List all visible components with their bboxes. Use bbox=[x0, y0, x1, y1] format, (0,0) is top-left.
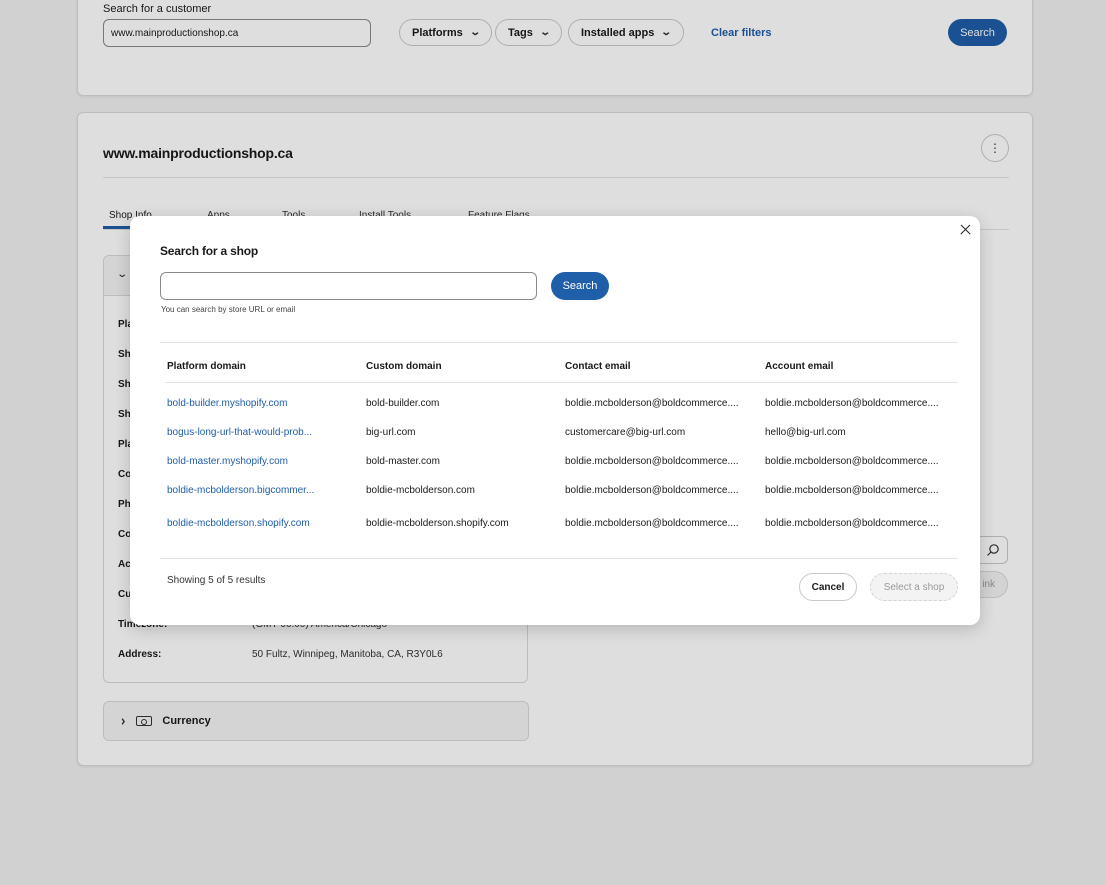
header-divider bbox=[165, 382, 958, 383]
platform-domain-link[interactable]: bold-master.myshopify.com bbox=[167, 456, 357, 467]
cancel-button[interactable]: Cancel bbox=[799, 573, 857, 601]
search-hint: You can search by store URL or email bbox=[161, 305, 296, 314]
custom-domain: bold-builder.com bbox=[366, 398, 440, 409]
select-shop-button[interactable]: Select a shop bbox=[870, 573, 958, 601]
shop-search-input[interactable] bbox=[160, 272, 537, 300]
custom-domain: big-url.com bbox=[366, 427, 416, 438]
contact-email: boldie.mcbolderson@boldcommerce.... bbox=[565, 456, 739, 467]
account-email: boldie.mcbolderson@boldcommerce.... bbox=[765, 485, 939, 496]
platform-domain-link[interactable]: boldie-mcbolderson.bigcommer... bbox=[167, 485, 357, 496]
col-custom-domain: Custom domain bbox=[366, 361, 442, 372]
close-icon[interactable] bbox=[958, 222, 974, 238]
platform-domain-link[interactable]: boldie-mcbolderson.shopify.com bbox=[167, 518, 357, 529]
divider bbox=[160, 342, 958, 343]
contact-email: boldie.mcbolderson@boldcommerce.... bbox=[565, 398, 739, 409]
platform-domain-link[interactable]: bogus-long-url-that-would-prob... bbox=[167, 427, 357, 438]
search-shop-modal: Search for a shop Search You can search … bbox=[130, 216, 980, 625]
modal-search-button[interactable]: Search bbox=[551, 272, 609, 300]
col-platform-domain: Platform domain bbox=[167, 361, 246, 372]
col-contact-email: Contact email bbox=[565, 361, 631, 372]
modal-title: Search for a shop bbox=[160, 244, 258, 258]
contact-email: boldie.mcbolderson@boldcommerce.... bbox=[565, 485, 739, 496]
footer-divider bbox=[160, 558, 958, 559]
account-email: boldie.mcbolderson@boldcommerce.... bbox=[765, 456, 939, 467]
account-email: hello@big-url.com bbox=[765, 427, 846, 438]
platform-domain-link[interactable]: bold-builder.myshopify.com bbox=[167, 398, 357, 409]
results-count: Showing 5 of 5 results bbox=[167, 575, 266, 586]
col-account-email: Account email bbox=[765, 361, 834, 372]
account-email: boldie.mcbolderson@boldcommerce.... bbox=[765, 518, 939, 529]
contact-email: boldie.mcbolderson@boldcommerce.... bbox=[565, 518, 739, 529]
contact-email: customercare@big-url.com bbox=[565, 427, 686, 438]
account-email: boldie.mcbolderson@boldcommerce.... bbox=[765, 398, 939, 409]
custom-domain: bold-master.com bbox=[366, 456, 440, 467]
custom-domain: boldie-mcbolderson.com bbox=[366, 485, 475, 496]
custom-domain: boldie-mcbolderson.shopify.com bbox=[366, 518, 509, 529]
